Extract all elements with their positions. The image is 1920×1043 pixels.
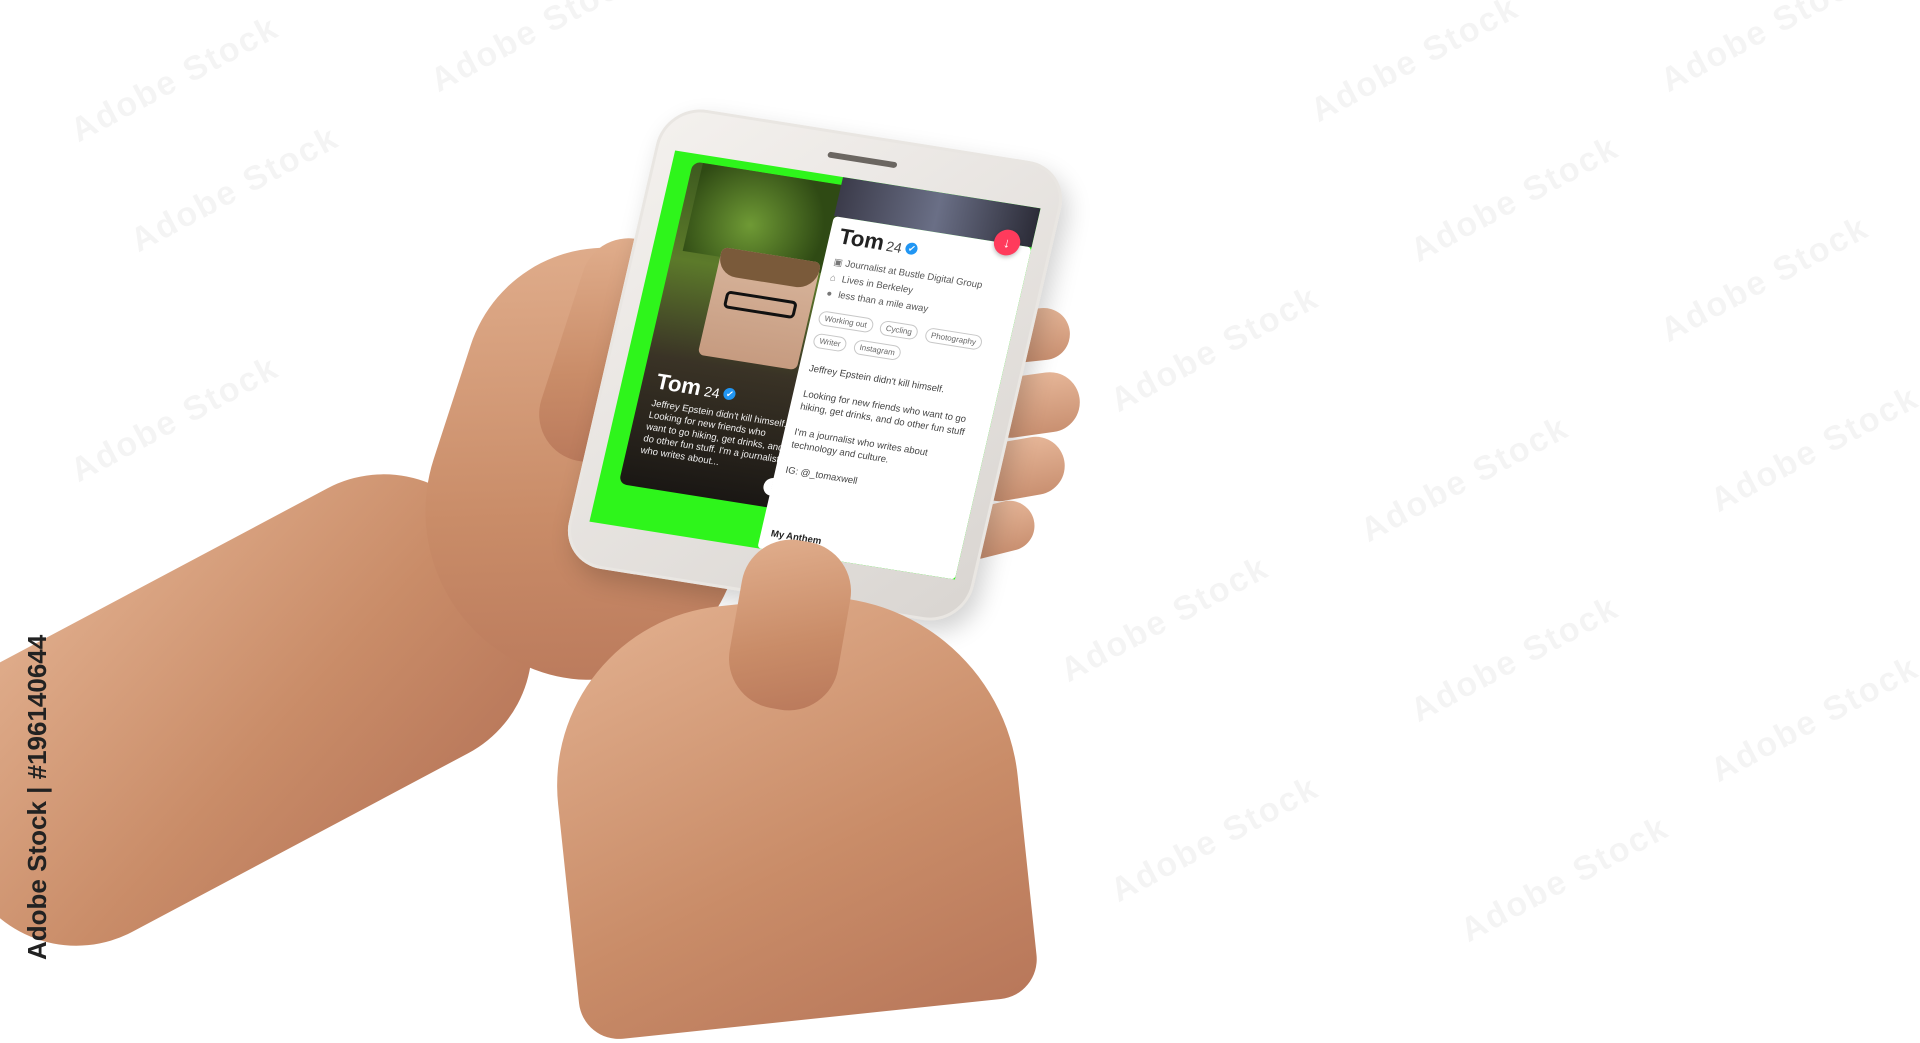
watermark: Adobe Stock	[64, 348, 285, 490]
watermark: Adobe Stock	[1354, 408, 1575, 550]
pin-icon: ●	[825, 288, 834, 300]
watermark: Adobe Stock	[1104, 278, 1325, 420]
watermark: Adobe Stock	[1104, 768, 1325, 910]
watermark: Adobe Stock	[1654, 0, 1875, 101]
watermark: Adobe Stock	[64, 8, 285, 150]
stock-photo-scene: Adobe Stock Adobe Stock Adobe Stock Adob…	[0, 0, 1920, 1043]
watermark: Adobe Stock	[1404, 128, 1625, 270]
watermark: Adobe Stock	[1404, 588, 1625, 730]
detail-name-text: Tom	[836, 223, 887, 255]
phone-speaker	[827, 151, 898, 169]
detail-name: Tom24 ✓	[837, 224, 921, 262]
interest-tag: Photography	[923, 327, 984, 351]
watermark: Adobe Stock	[1704, 648, 1920, 790]
interest-tag: Working out	[817, 310, 875, 334]
watermark: Adobe Stock	[1704, 378, 1920, 520]
watermark: Adobe Stock	[1054, 548, 1275, 690]
card-age: 24	[702, 383, 722, 402]
card-bio-preview: Jeffrey Epstein didn't kill himself. Loo…	[639, 398, 788, 469]
bio: Jeffrey Epstein didn't kill himself. Loo…	[781, 362, 988, 517]
verified-badge-icon: ✓	[904, 242, 920, 256]
interest-tag: Instagram	[852, 339, 903, 362]
card-name-text: Tom	[653, 368, 704, 401]
phone-screen: Tom24 ✓ Jeffrey Epstein didn't kill himse…	[589, 150, 1041, 580]
stock-credit: Adobe Stock | #196140644	[22, 634, 52, 960]
verified-badge-icon: ✓	[722, 387, 738, 402]
watermark: Adobe Stock	[1454, 808, 1675, 950]
glasses	[722, 290, 798, 320]
watermark: Adobe Stock	[1304, 0, 1525, 131]
watermark: Adobe Stock	[424, 0, 645, 101]
detail-age: 24	[884, 237, 904, 256]
briefcase-icon: ▣	[832, 256, 844, 269]
home-icon: ⌂	[828, 272, 837, 285]
watermark: Adobe Stock	[124, 118, 345, 260]
watermark: Adobe Stock	[1654, 208, 1875, 350]
interest-tag: Cycling	[878, 319, 920, 341]
interest-tag: Writer	[811, 332, 849, 353]
